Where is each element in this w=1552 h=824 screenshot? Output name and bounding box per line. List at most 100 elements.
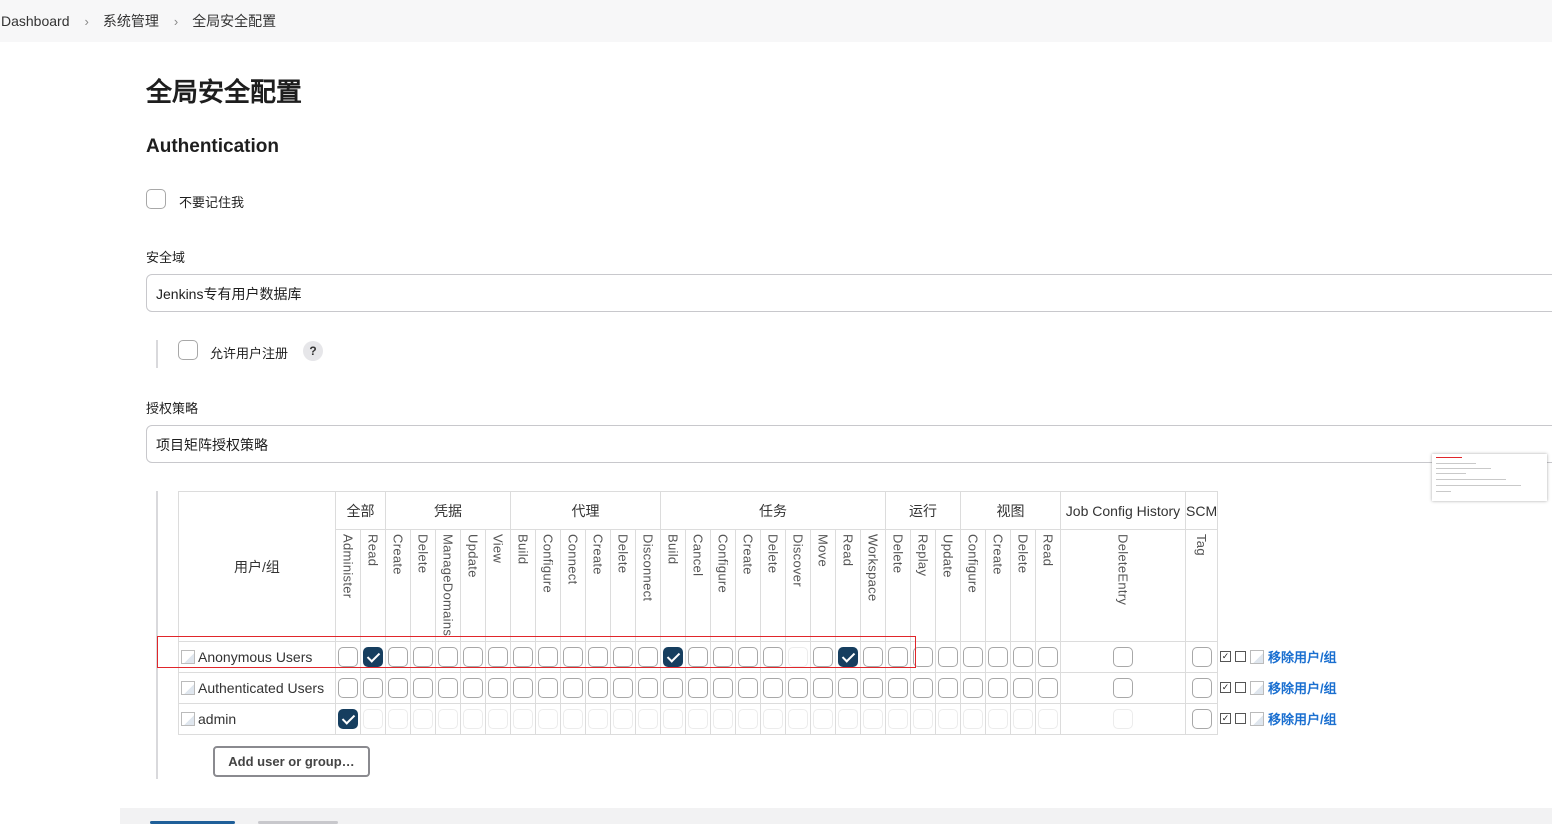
breadcrumb-system-management[interactable]: 系统管理 bbox=[103, 11, 159, 31]
select-all-icon[interactable]: ✓ bbox=[1220, 651, 1231, 662]
permission-checkbox[interactable] bbox=[463, 678, 483, 698]
permission-checkbox[interactable] bbox=[988, 678, 1008, 698]
permission-checkbox[interactable] bbox=[563, 678, 583, 698]
permission-checkbox[interactable] bbox=[763, 678, 783, 698]
remove-icon[interactable] bbox=[1250, 711, 1264, 726]
permission-checkbox[interactable] bbox=[1038, 709, 1058, 729]
permission-cell bbox=[410, 703, 436, 735]
permission-checkbox[interactable] bbox=[913, 709, 933, 729]
permission-checkbox[interactable] bbox=[663, 709, 683, 729]
permission-checkbox[interactable] bbox=[1038, 678, 1058, 698]
permission-checkbox[interactable] bbox=[613, 678, 633, 698]
permission-checkbox[interactable] bbox=[488, 678, 508, 698]
help-icon[interactable]: ? bbox=[303, 341, 323, 361]
permission-checkbox[interactable] bbox=[938, 709, 958, 729]
permission-checkbox[interactable] bbox=[613, 709, 633, 729]
permission-checkbox[interactable] bbox=[688, 678, 708, 698]
permission-checkbox[interactable] bbox=[913, 647, 933, 667]
permission-cell bbox=[335, 703, 361, 735]
permission-checkbox[interactable] bbox=[388, 678, 408, 698]
select-all-icon[interactable]: ✓ bbox=[1220, 713, 1231, 724]
permission-checkbox[interactable] bbox=[688, 709, 708, 729]
permission-checkbox[interactable] bbox=[838, 678, 858, 698]
remove-user-group-link[interactable]: 移除用户/组 bbox=[1268, 647, 1337, 666]
permission-checkbox[interactable] bbox=[463, 709, 483, 729]
permission-checkbox[interactable] bbox=[1013, 709, 1033, 729]
permission-checkbox[interactable] bbox=[1191, 678, 1212, 698]
permission-checkbox[interactable] bbox=[663, 678, 683, 698]
permission-checkbox[interactable] bbox=[1038, 647, 1058, 667]
permission-checkbox[interactable] bbox=[913, 678, 933, 698]
permission-label: Delete bbox=[765, 534, 781, 574]
permission-cell bbox=[435, 672, 461, 704]
permission-checkbox[interactable] bbox=[963, 678, 983, 698]
permission-checkbox[interactable] bbox=[513, 678, 533, 698]
permission-label: Connect bbox=[565, 534, 581, 585]
permission-checkbox[interactable] bbox=[513, 709, 533, 729]
permission-checkbox[interactable] bbox=[638, 709, 658, 729]
permission-checkbox[interactable] bbox=[963, 647, 983, 667]
permission-checkbox[interactable] bbox=[1013, 647, 1033, 667]
permission-checkbox[interactable] bbox=[863, 709, 883, 729]
permission-checkbox[interactable] bbox=[538, 709, 558, 729]
permission-checkbox[interactable] bbox=[588, 709, 608, 729]
permission-checkbox[interactable] bbox=[488, 709, 508, 729]
permission-checkbox-checked[interactable] bbox=[338, 709, 358, 729]
remember-me-checkbox[interactable] bbox=[146, 189, 166, 209]
permission-label: Read bbox=[840, 534, 856, 567]
permission-checkbox[interactable] bbox=[1113, 647, 1133, 667]
permission-checkbox[interactable] bbox=[788, 678, 808, 698]
permission-checkbox[interactable] bbox=[888, 709, 908, 729]
permission-checkbox[interactable] bbox=[588, 678, 608, 698]
allow-signup-checkbox[interactable] bbox=[178, 340, 198, 360]
add-user-or-group-button[interactable]: Add user or group… bbox=[213, 746, 370, 777]
select-all-icon[interactable]: ✓ bbox=[1220, 682, 1231, 693]
permission-checkbox[interactable] bbox=[963, 709, 983, 729]
permission-checkbox[interactable] bbox=[988, 647, 1008, 667]
unselect-all-icon[interactable] bbox=[1235, 713, 1246, 724]
permission-checkbox[interactable] bbox=[638, 678, 658, 698]
permission-checkbox[interactable] bbox=[738, 678, 758, 698]
permission-checkbox[interactable] bbox=[838, 709, 858, 729]
permission-checkbox[interactable] bbox=[438, 709, 458, 729]
permission-checkbox[interactable] bbox=[1191, 709, 1212, 729]
remove-user-group-link[interactable]: 移除用户/组 bbox=[1268, 709, 1337, 728]
permission-checkbox[interactable] bbox=[1113, 709, 1133, 729]
permission-checkbox[interactable] bbox=[338, 678, 358, 698]
permission-checkbox[interactable] bbox=[813, 678, 833, 698]
permission-checkbox[interactable] bbox=[438, 678, 458, 698]
chevron-right-icon: › bbox=[173, 13, 179, 29]
permission-checkbox[interactable] bbox=[788, 709, 808, 729]
permission-header: Delete bbox=[610, 529, 636, 642]
permission-checkbox[interactable] bbox=[363, 709, 383, 729]
permission-checkbox[interactable] bbox=[938, 678, 958, 698]
permission-checkbox[interactable] bbox=[713, 678, 733, 698]
permission-checkbox[interactable] bbox=[563, 709, 583, 729]
permission-checkbox[interactable] bbox=[1013, 678, 1033, 698]
permission-checkbox[interactable] bbox=[938, 647, 958, 667]
permission-checkbox[interactable] bbox=[988, 709, 1008, 729]
permission-checkbox[interactable] bbox=[1191, 647, 1212, 667]
permission-checkbox[interactable] bbox=[813, 709, 833, 729]
permission-checkbox[interactable] bbox=[888, 678, 908, 698]
permission-checkbox[interactable] bbox=[738, 709, 758, 729]
remove-icon[interactable] bbox=[1250, 649, 1264, 664]
permission-checkbox[interactable] bbox=[713, 709, 733, 729]
remove-icon[interactable] bbox=[1250, 680, 1264, 695]
security-realm-select[interactable]: Jenkins专有用户数据库 bbox=[146, 274, 1552, 312]
breadcrumb-dashboard[interactable]: Dashboard bbox=[1, 13, 70, 29]
permission-checkbox[interactable] bbox=[538, 678, 558, 698]
permission-checkbox[interactable] bbox=[413, 709, 433, 729]
unselect-all-icon[interactable] bbox=[1235, 682, 1246, 693]
permission-checkbox[interactable] bbox=[388, 709, 408, 729]
permission-label: Workspace bbox=[865, 534, 881, 602]
unselect-all-icon[interactable] bbox=[1235, 651, 1246, 662]
authorization-select[interactable]: 项目矩阵授权策略 bbox=[146, 425, 1552, 463]
permission-checkbox[interactable] bbox=[363, 678, 383, 698]
permission-checkbox[interactable] bbox=[413, 678, 433, 698]
remove-user-group-link[interactable]: 移除用户/组 bbox=[1268, 678, 1337, 697]
permission-checkbox[interactable] bbox=[1113, 678, 1133, 698]
breadcrumb-global-security[interactable]: 全局安全配置 bbox=[192, 11, 276, 31]
permission-checkbox[interactable] bbox=[763, 709, 783, 729]
permission-checkbox[interactable] bbox=[863, 678, 883, 698]
